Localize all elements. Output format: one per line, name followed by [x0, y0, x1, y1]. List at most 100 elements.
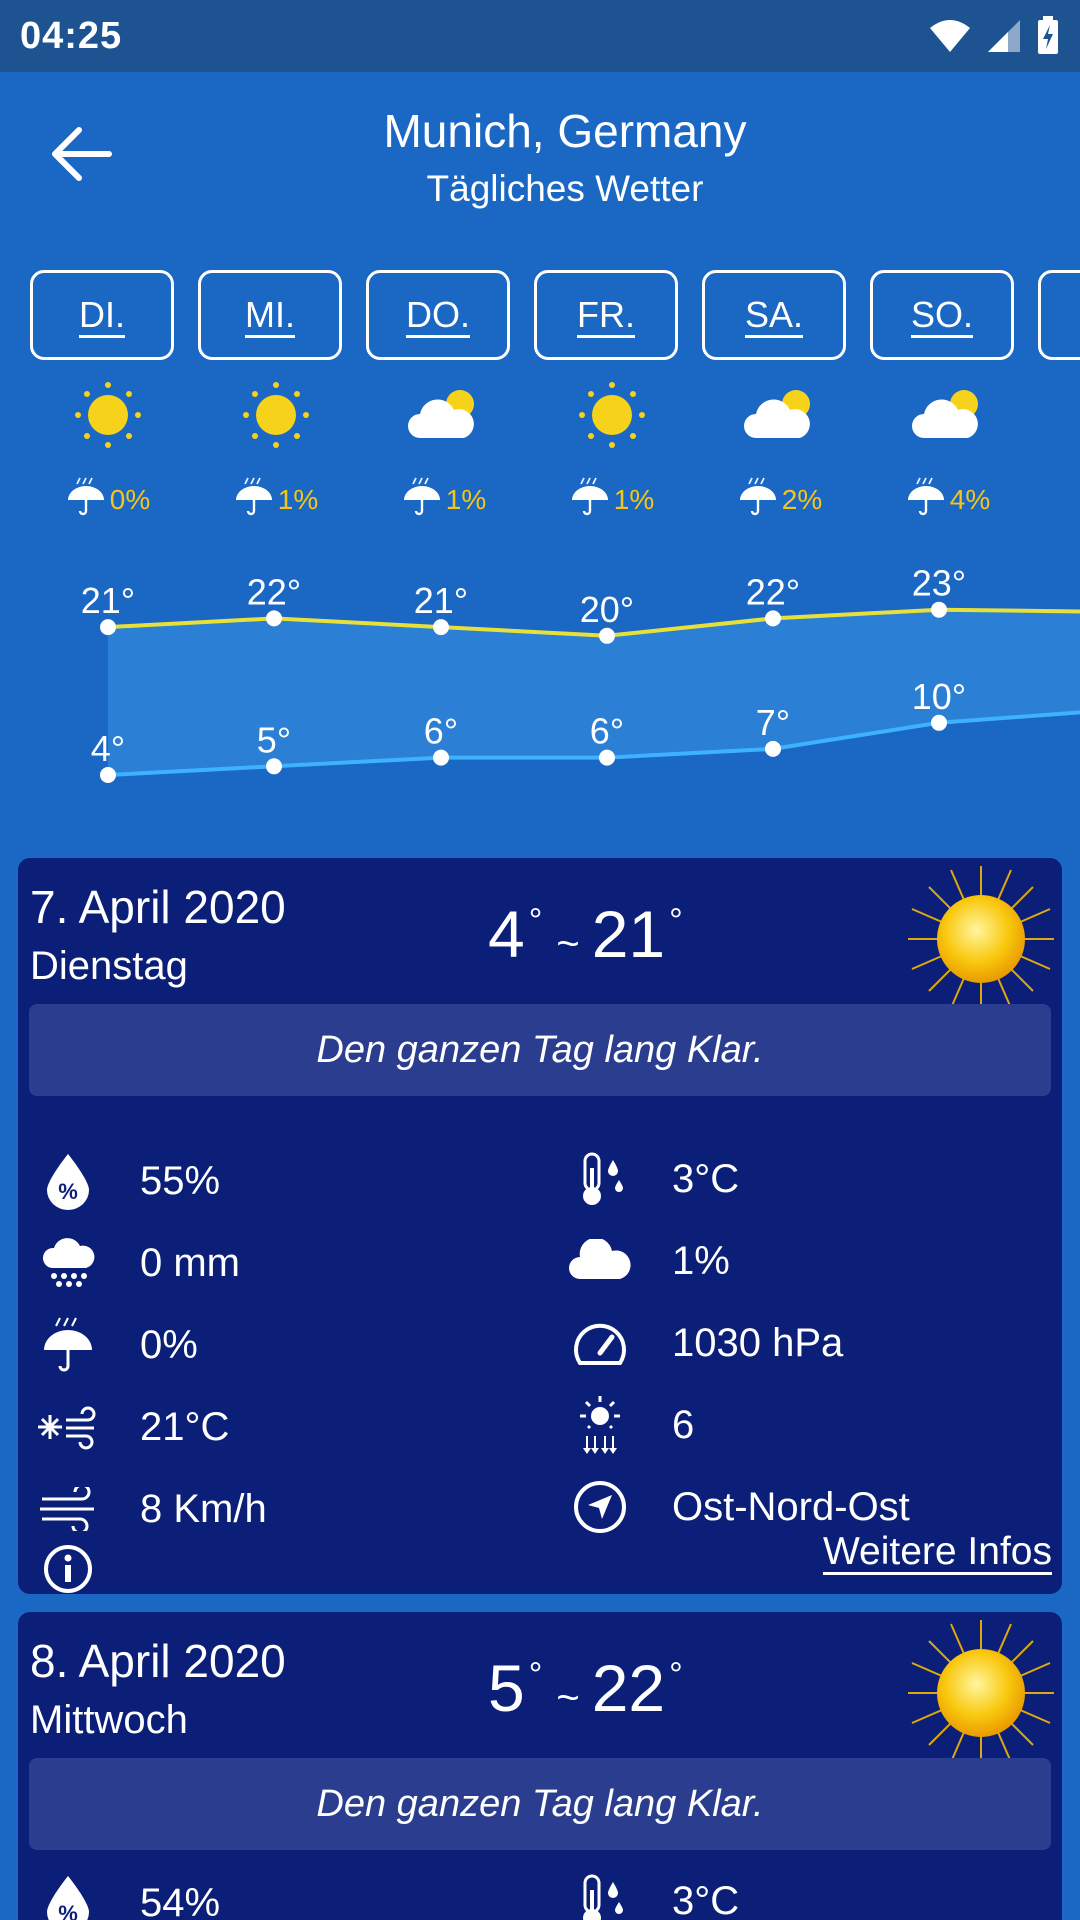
wifi-icon	[930, 20, 970, 52]
battery-charging-icon	[1038, 16, 1058, 54]
wind-value: 8 Km/h	[140, 1486, 267, 1531]
wind-direction-icon	[562, 1472, 638, 1542]
forecast-day[interactable]: 1%	[542, 380, 682, 520]
forecast-day[interactable]: 2%	[710, 380, 850, 520]
high-temp-point	[931, 601, 947, 618]
status-bar: 04:25	[0, 0, 1080, 72]
range-separator: ~	[556, 1676, 580, 1720]
detail-cloud-cover: 1%	[562, 1226, 730, 1296]
detail-uv-index: 6	[562, 1390, 694, 1460]
high-temp-point	[599, 627, 615, 644]
detail-precipitation: 0 mm	[30, 1228, 240, 1298]
dew-point-icon	[562, 1144, 638, 1214]
rain-chance-value: 0%	[109, 483, 151, 515]
detail-pressure: 1030 hPa	[562, 1308, 843, 1378]
rain-chance-value: 4%	[949, 483, 991, 515]
forecast-day[interactable]: 0%	[38, 380, 178, 520]
svg-text:%: %	[58, 1901, 78, 1920]
cloud-cover-value: 1%	[672, 1238, 730, 1283]
info-button[interactable]	[30, 1534, 106, 1604]
forecast-day[interactable]: 1%	[374, 380, 514, 520]
low-temp-point	[100, 767, 116, 783]
cloud-sun-icon	[740, 380, 820, 450]
detail-humidity: % 55%	[30, 1146, 220, 1216]
low-temp-point	[266, 758, 282, 775]
rain-chance: 4%	[878, 476, 1018, 523]
temp-low: 4	[488, 897, 525, 971]
day-card[interactable]: 7. April 2020 Dienstag 4 ° ~21 ° Den ganzen…	[18, 858, 1062, 1594]
signal-icon	[988, 20, 1020, 52]
card-date: 8. April 2020	[30, 1635, 286, 1687]
rain-chance-value: 1%	[613, 483, 655, 515]
status-icons	[928, 16, 1060, 56]
sun-icon	[236, 380, 316, 450]
cloud-sun-icon	[404, 380, 484, 450]
forecast-day[interactable]: 4%	[878, 380, 1018, 520]
humidity-value: 55%	[140, 1158, 221, 1203]
tab-day-3[interactable]: DO.	[366, 270, 510, 360]
tab-day-5[interactable]: SA.	[702, 270, 846, 360]
card-weekday: Mittwoch	[30, 1698, 188, 1742]
page-subtitle: Tägliches Wetter	[426, 168, 704, 209]
detail-humidity: % 54%	[30, 1868, 220, 1920]
rain-chance-value: 2%	[781, 483, 823, 515]
temp-high: 22	[591, 1651, 666, 1725]
umbrella-icon	[234, 476, 274, 523]
high-temp-point	[433, 619, 449, 636]
rain-chance-value: 1%	[445, 483, 487, 515]
low-temp-point	[931, 714, 947, 731]
feels-like-icon	[30, 1392, 106, 1462]
svg-text:%: %	[58, 1179, 78, 1204]
umbrella-icon	[402, 476, 442, 523]
umbrella-icon	[66, 476, 106, 523]
umbrella-icon	[570, 476, 610, 523]
degree-symbol: °	[669, 902, 683, 940]
low-temp-label: 6°	[424, 711, 458, 752]
detail-dew-point: 3°C	[562, 1866, 739, 1920]
card-date: 7. April 2020	[30, 881, 286, 933]
low-temp-point	[765, 740, 781, 757]
card-weekday: Dienstag	[30, 944, 188, 988]
pressure-value: 1030 hPa	[672, 1320, 844, 1365]
dew-point-value: 3°C	[672, 1156, 740, 1201]
tab-day-6[interactable]: SO.	[870, 270, 1014, 360]
tab-day-7[interactable]	[1038, 270, 1080, 360]
high-temp-label: 21°	[81, 580, 135, 621]
rain-chance: 1%	[374, 476, 514, 523]
degree-symbol: °	[528, 902, 543, 940]
low-temp-label: 10°	[912, 676, 966, 717]
sun-icon	[572, 380, 652, 450]
rain-chance: 0%	[38, 476, 178, 523]
tab-day-1[interactable]: DI.	[30, 270, 174, 360]
detail-feels-like: 21°C	[30, 1392, 229, 1462]
wind-direction-value: Ost-Nord-Ost	[672, 1484, 910, 1529]
humidity-icon: %	[30, 1868, 106, 1920]
humidity-value: 54%	[140, 1880, 221, 1920]
uv-index-value: 6	[672, 1402, 695, 1447]
forecast-day[interactable]: 1%	[206, 380, 346, 520]
high-temp-label: 23°	[912, 563, 966, 604]
high-temp-point	[765, 610, 781, 627]
day-tabs: DI. MI. DO. FR. SA. SO.	[0, 270, 1080, 362]
temperature-chart: 21° 22° 21° 20° 22° 23° 4° 5° 6° 6° 7° 10°	[81, 563, 1080, 783]
umbrella-icon	[738, 476, 778, 523]
temp-low: 5	[488, 1651, 525, 1725]
umbrella-icon	[906, 476, 946, 523]
low-temp-point	[433, 749, 449, 766]
dew-point-icon	[562, 1866, 638, 1920]
low-temp-label: 5°	[257, 719, 291, 760]
info-icon	[30, 1534, 106, 1604]
day-card[interactable]: 8. April 2020 Mittwoch 5 ° ~22 ° Den ganzen…	[18, 1612, 1062, 1920]
high-temp-point	[266, 610, 282, 627]
high-temp-label: 22°	[247, 571, 301, 612]
high-temp-label: 20°	[580, 589, 634, 630]
high-temp-point	[100, 619, 116, 636]
precipitation-icon	[30, 1228, 106, 1298]
tab-day-2[interactable]: MI.	[198, 270, 342, 360]
degree-symbol: °	[528, 1656, 543, 1694]
more-info-link[interactable]: Weitere Infos	[823, 1530, 1052, 1574]
card-summary: Den ganzen Tag lang Klar.	[29, 1004, 1051, 1096]
low-temp-label: 6°	[590, 711, 624, 752]
sun-icon	[908, 866, 1054, 1012]
tab-day-4[interactable]: FR.	[534, 270, 678, 360]
